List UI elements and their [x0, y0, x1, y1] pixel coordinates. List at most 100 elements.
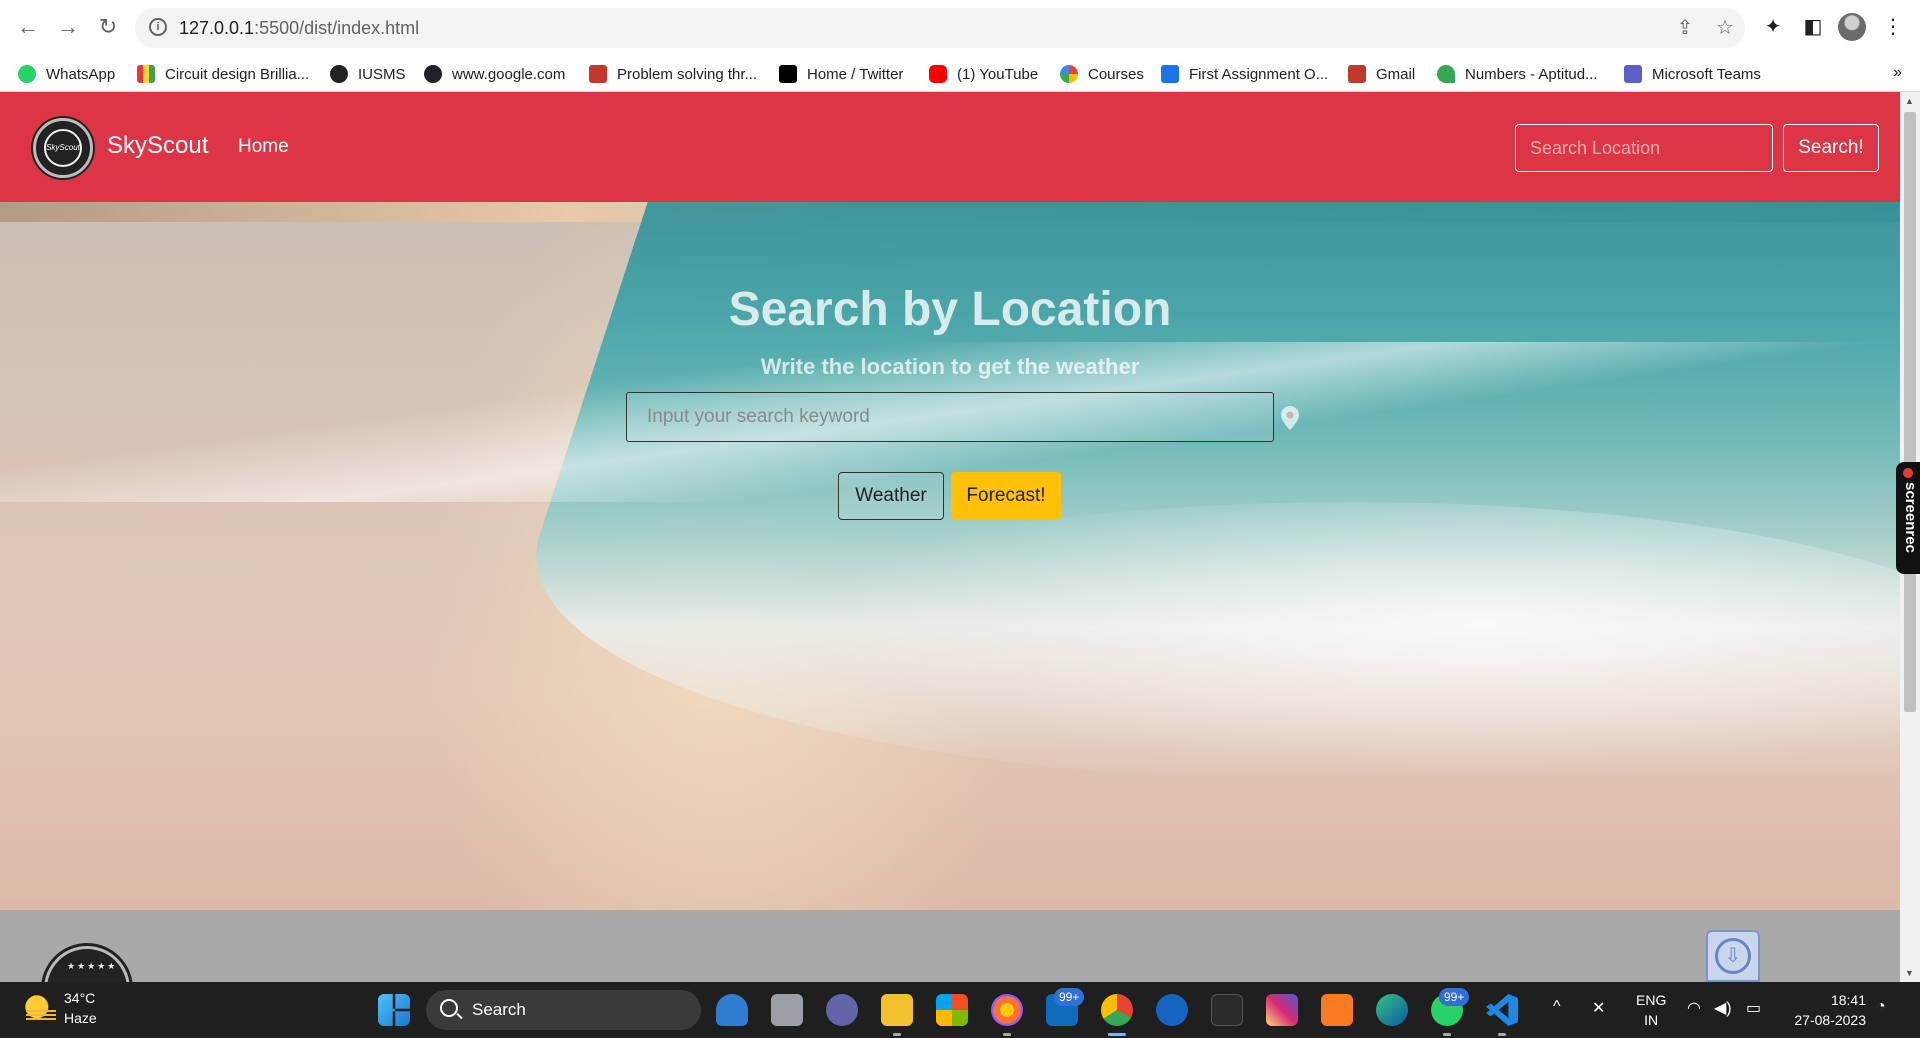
vscode-icon[interactable] [1486, 994, 1518, 1026]
wifi-icon[interactable]: ◠ [1687, 998, 1701, 1018]
teams-chat-icon[interactable] [826, 994, 858, 1026]
location-search-input[interactable] [626, 392, 1274, 442]
site-navbar: SkyScout SkyScout Home Search! [0, 92, 1900, 202]
task-view-icon[interactable] [771, 994, 803, 1026]
windows-start-icon[interactable] [378, 994, 410, 1026]
whatsapp-icon [18, 65, 36, 83]
chrome-icon[interactable] [1101, 994, 1133, 1026]
system-clock[interactable]: 18:41 27-08-2023 [1786, 990, 1866, 1030]
writer-icon[interactable] [1156, 994, 1188, 1026]
taskbar-search[interactable]: Search [426, 990, 701, 1030]
weather-condition[interactable]: Haze [64, 1010, 97, 1026]
bookmarks-overflow-icon[interactable]: » [1893, 64, 1902, 82]
running-indicator [893, 1033, 901, 1036]
input-language[interactable]: ENG IN [1636, 990, 1666, 1030]
bookmark-label: Gmail [1376, 65, 1416, 83]
pycharm-icon[interactable] [1211, 994, 1243, 1026]
scrollbar-thumb[interactable] [1904, 112, 1916, 712]
notification-bell-icon[interactable]: ◔ [1876, 998, 1886, 1016]
location-pin-icon[interactable] [1281, 406, 1299, 430]
mail-count-badge: 99+ [1054, 988, 1085, 1006]
running-indicator [1443, 1033, 1451, 1036]
weather-temperature[interactable]: 34°C [64, 990, 95, 1006]
site-footer: ★★★★★ ⇩ [0, 910, 1900, 982]
whatsapp-count-badge: 99+ [1439, 988, 1470, 1006]
running-indicator [1003, 1033, 1011, 1036]
nptel-icon [589, 65, 607, 83]
bookmark-problem-solving[interactable]: Problem solving thr... [589, 62, 757, 86]
scroll-down-icon[interactable]: ▼ [1905, 968, 1914, 978]
share-icon[interactable]: ⇪ [1673, 16, 1697, 40]
bookmark-label: First Assignment O... [1189, 65, 1329, 83]
globe-icon [330, 65, 348, 83]
brilliant-icon [137, 65, 155, 83]
hero-title: Search by Location [728, 283, 1172, 336]
footer-logo: ★★★★★ [44, 946, 130, 982]
star-icon[interactable]: ☆ [1713, 16, 1737, 40]
menu-kebab-icon[interactable]: ⋮ [1878, 12, 1908, 42]
url-text[interactable]: 127.0.0.1:5500/dist/index.html [179, 18, 419, 39]
bookmark-google[interactable]: www.google.com [424, 62, 565, 86]
xampp-icon[interactable] [1321, 994, 1353, 1026]
teams-icon [1624, 65, 1642, 83]
footer-badge-icon[interactable]: ⇩ [1706, 930, 1760, 982]
volume-icon[interactable]: ◀) [1714, 998, 1732, 1018]
file-explorer-icon[interactable] [881, 994, 913, 1026]
hero-content: Search by Location Write the location to… [0, 202, 1900, 910]
google-icon [1060, 65, 1078, 83]
bookmark-courses[interactable]: Courses [1060, 62, 1144, 86]
bookmark-label: (1) YouTube [957, 65, 1039, 83]
tray-network-off-icon[interactable]: ✕ [1592, 998, 1605, 1018]
download-arrow-icon: ⇩ [1715, 938, 1751, 974]
edge-preview-icon[interactable] [716, 994, 748, 1026]
bookmark-numbers-aptitude[interactable]: Numbers - Aptitud... [1437, 62, 1598, 86]
brand-name[interactable]: SkyScout [107, 132, 208, 160]
instagram-icon[interactable] [1266, 994, 1298, 1026]
bookmark-circuit-design[interactable]: Circuit design Brillia... [137, 62, 309, 86]
windows-taskbar: 34°C Haze Search 99+ 99+ ^ ✕ ENG IN ◠ ◀)… [0, 982, 1920, 1038]
reload-icon[interactable]: ↻ [94, 13, 122, 41]
record-dot-icon [1903, 468, 1913, 478]
battery-icon[interactable]: ▭ [1746, 998, 1761, 1018]
profile-avatar[interactable] [1838, 13, 1866, 41]
logo-stars-icon: ★★★★★ [67, 961, 118, 971]
weather-haze-icon[interactable] [24, 994, 56, 1026]
back-icon[interactable]: ← [14, 13, 42, 41]
site-info-icon[interactable]: i [149, 18, 167, 36]
logo-text: SkyScout [44, 129, 82, 167]
screenrec-widget[interactable]: screenrec [1896, 462, 1920, 574]
bookmark-whatsapp[interactable]: WhatsApp [18, 62, 115, 86]
weather-button[interactable]: Weather [838, 472, 944, 520]
nptel-icon [1348, 65, 1366, 83]
firefox-icon[interactable] [991, 994, 1023, 1026]
screenrec-label: screenrec [1902, 482, 1919, 553]
bookmark-label: Circuit design Brillia... [165, 65, 310, 83]
site-logo[interactable]: SkyScout [33, 118, 93, 178]
tray-chevron-icon[interactable]: ^ [1553, 998, 1561, 1016]
navbar-search-input[interactable] [1515, 124, 1773, 172]
microsoft-store-icon[interactable] [936, 994, 968, 1026]
edge-icon[interactable] [1376, 994, 1408, 1026]
bookmark-twitter[interactable]: Home / Twitter [779, 62, 903, 86]
address-bar[interactable]: i 127.0.0.1:5500/dist/index.html ⇪ ☆ [135, 8, 1745, 48]
clock-date: 27-08-2023 [1794, 1012, 1866, 1028]
forward-icon[interactable]: → [54, 13, 82, 41]
bookmark-youtube[interactable]: (1) YouTube [929, 62, 1038, 86]
url-host: 127.0.0.1 [179, 18, 255, 38]
bookmark-label: IUSMS [358, 65, 406, 83]
extensions-icon[interactable]: ✦ [1758, 12, 1788, 42]
hero-section: Search by Location Write the location to… [0, 202, 1900, 910]
region-code: IN [1644, 1012, 1659, 1028]
bookmarks-bar: WhatsApp Circuit design Brillia... IUSMS… [0, 56, 1920, 92]
navbar-search-button[interactable]: Search! [1783, 124, 1879, 172]
bookmark-iusms[interactable]: IUSMS [330, 62, 406, 86]
forecast-button[interactable]: Forecast! [951, 472, 1061, 520]
bookmark-microsoft-teams[interactable]: Microsoft Teams [1624, 62, 1761, 86]
globe-icon [424, 65, 442, 83]
bookmark-label: Home / Twitter [807, 65, 904, 83]
bookmark-gmail[interactable]: Gmail [1348, 62, 1415, 86]
bookmark-first-assignment[interactable]: First Assignment O... [1161, 62, 1328, 86]
side-panel-icon[interactable]: ◧ [1798, 12, 1828, 42]
scroll-up-icon[interactable]: ▲ [1905, 96, 1914, 106]
nav-home-link[interactable]: Home [238, 136, 289, 158]
